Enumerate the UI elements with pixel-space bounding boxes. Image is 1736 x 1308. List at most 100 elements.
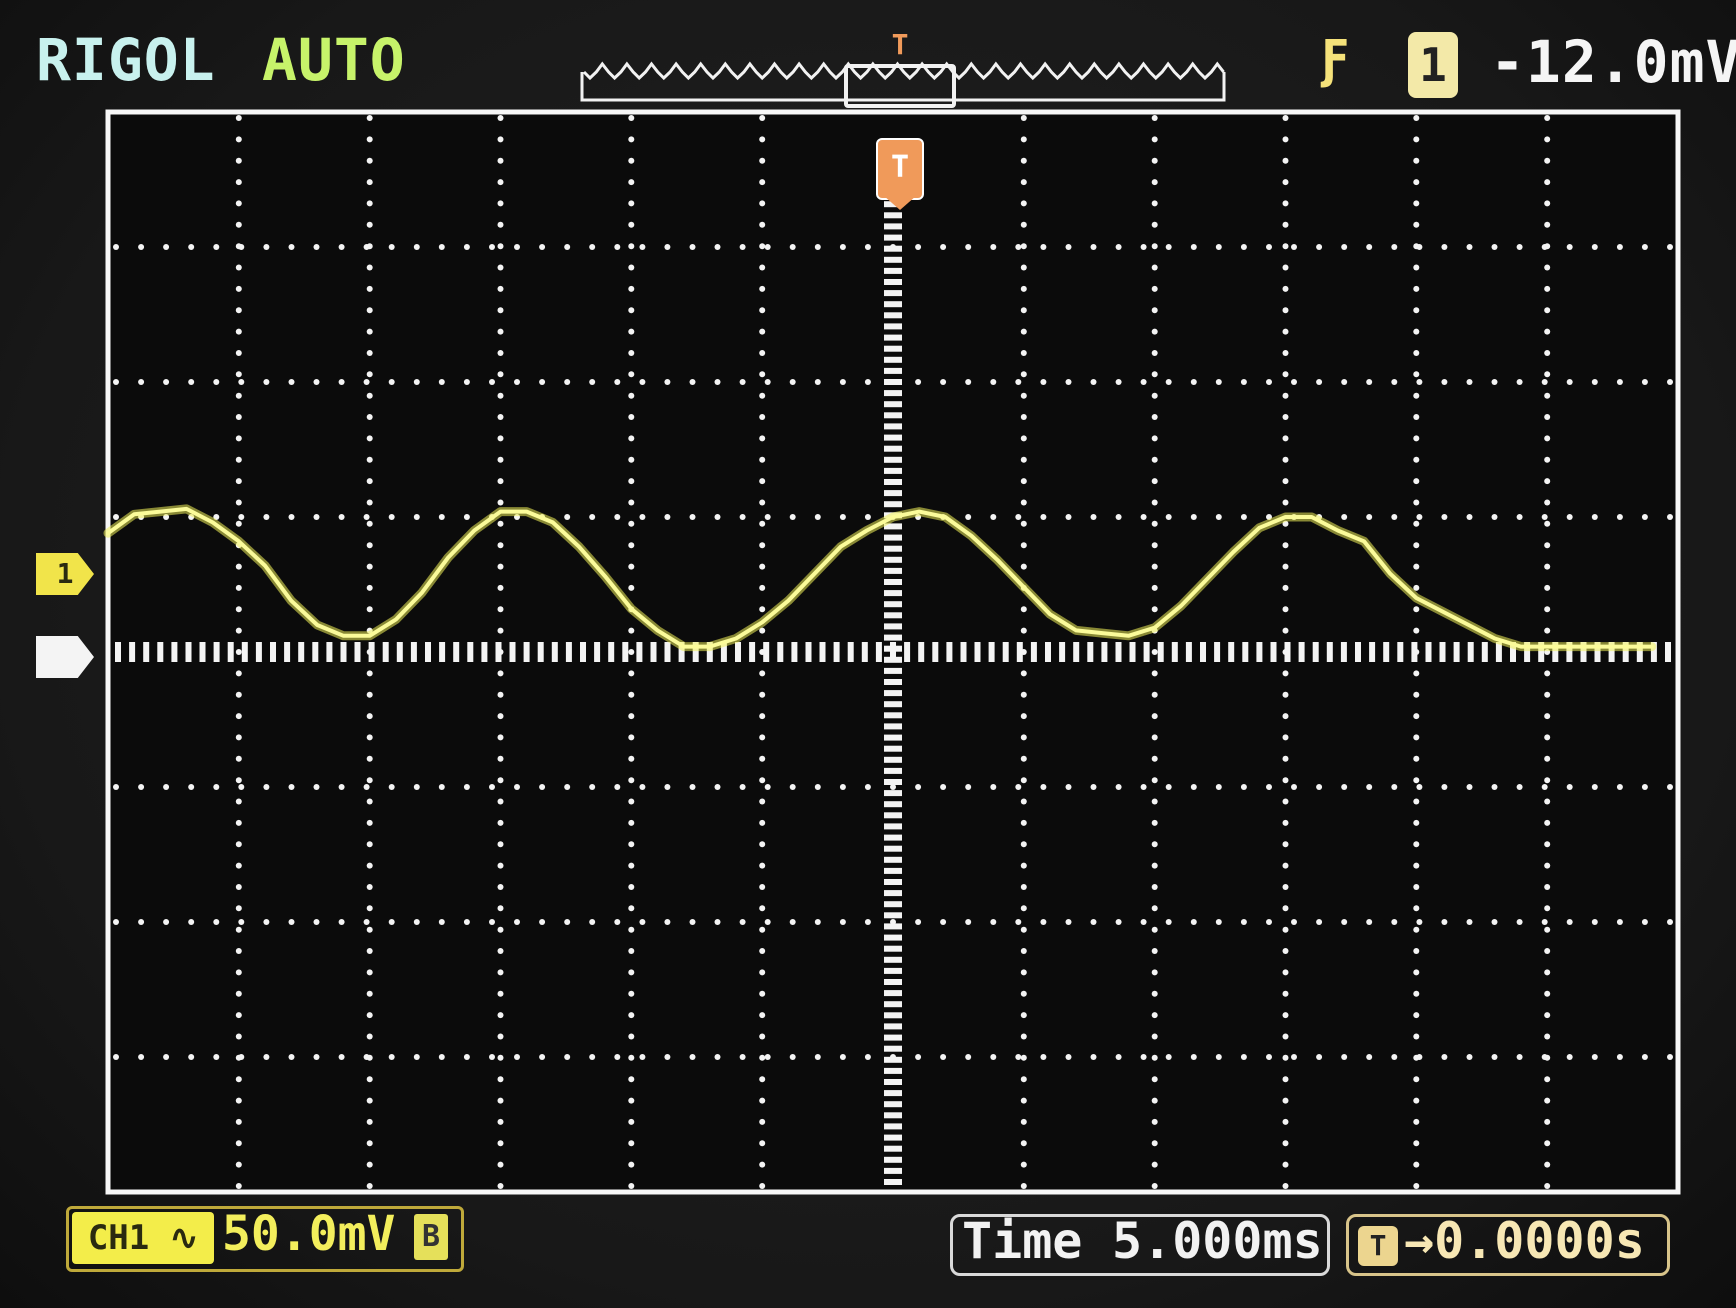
grid-dot — [288, 379, 295, 385]
grid-dot — [235, 1097, 242, 1104]
grid-dot — [915, 919, 922, 925]
grid-dot — [366, 584, 373, 591]
grid-dot — [366, 948, 373, 954]
grid-dot — [1566, 919, 1573, 925]
grid-dot — [1282, 542, 1289, 549]
grid-dot — [1282, 670, 1289, 677]
horizontal-axis-tick — [425, 642, 431, 662]
grid-dot — [1413, 542, 1420, 549]
grid-dot — [1190, 379, 1197, 385]
trigger-position-marker[interactable]: T — [876, 138, 924, 200]
grid-dot — [1240, 514, 1247, 520]
grid-dot — [338, 784, 345, 790]
grid-dot — [639, 784, 646, 790]
grid-dot — [213, 919, 220, 925]
grid-dot — [1341, 1054, 1348, 1060]
grid-dot — [1282, 713, 1289, 720]
grid-dot — [759, 1183, 766, 1189]
vertical-axis-tick — [884, 579, 902, 585]
grid-dot — [1282, 285, 1289, 292]
trigger-offset-value: →0.0000s — [1404, 1212, 1645, 1270]
grid-dot — [1544, 969, 1551, 976]
grid-dot — [1291, 244, 1297, 250]
grid-dot — [1544, 1033, 1551, 1040]
grid-dot — [497, 1183, 504, 1189]
grid-dot — [1291, 784, 1297, 790]
grid-dot — [1020, 200, 1027, 207]
grid-dot — [1466, 1054, 1473, 1060]
grid-dot — [138, 919, 145, 925]
horizontal-axis-tick — [749, 642, 756, 662]
grid-dot — [1544, 456, 1551, 463]
grid-dot — [1366, 244, 1373, 250]
grid-dot — [714, 919, 721, 925]
grid-dot — [1416, 514, 1423, 520]
grid-dot — [1282, 307, 1289, 314]
channel1-badge[interactable]: CH1 ∿ — [72, 1212, 214, 1264]
grid-dot — [990, 379, 997, 385]
grid-dot — [1544, 734, 1551, 741]
grid-dot — [1151, 1033, 1158, 1040]
grid-dot — [514, 1054, 520, 1060]
vertical-axis-tick — [884, 1012, 902, 1019]
vertical-axis-tick — [884, 734, 902, 741]
grid-dot — [497, 499, 504, 506]
grid-dot — [1282, 691, 1289, 698]
grid-dot — [564, 514, 571, 520]
grid-dot — [235, 499, 242, 506]
grid-dot — [1115, 379, 1122, 385]
waveform-display — [84, 104, 1704, 1204]
grid-dot — [1282, 264, 1289, 271]
horizontal-axis-tick — [805, 642, 812, 662]
grid-dot — [1151, 350, 1158, 356]
grid-dot — [965, 784, 972, 790]
grid-dot — [965, 919, 972, 925]
grid-dot — [1282, 905, 1289, 912]
grid-dot — [759, 905, 766, 912]
grid-dot — [689, 1054, 696, 1060]
grid-dot — [497, 414, 504, 420]
horizontal-axis-tick — [1481, 642, 1488, 662]
grid-dot — [366, 1118, 373, 1125]
grid-dot — [1316, 1054, 1323, 1060]
vertical-axis-tick — [884, 534, 902, 541]
grid-dot — [1544, 713, 1551, 720]
grid-dot — [1151, 1140, 1158, 1147]
grid-dot — [839, 1054, 846, 1060]
grid-dot — [1282, 1140, 1289, 1147]
grid-dot — [497, 1076, 504, 1083]
grid-dot — [235, 1183, 242, 1189]
grid-dot — [1466, 514, 1473, 520]
grid-dot — [235, 328, 242, 335]
grid-dot — [1151, 264, 1158, 271]
grid-dot — [1020, 136, 1027, 143]
grid-dot — [497, 670, 504, 677]
horizontal-axis-tick — [1059, 642, 1066, 662]
grid-dot — [714, 514, 721, 520]
grid-dot — [789, 244, 796, 250]
grid-dot — [497, 948, 504, 954]
grid-dot — [628, 862, 635, 869]
grid-dot — [235, 777, 242, 784]
grid-dot — [235, 755, 242, 762]
grid-dot — [438, 784, 445, 790]
grid-dot — [1020, 542, 1027, 549]
vertical-axis-tick — [884, 412, 902, 419]
grid-dot — [628, 435, 635, 442]
vertical-axis-tick — [884, 267, 902, 274]
vertical-axis-tick — [884, 1123, 902, 1130]
grid-dot — [366, 221, 373, 228]
grid-dot — [1115, 919, 1122, 925]
grid-dot — [1282, 478, 1289, 485]
grid-dot — [1151, 1012, 1158, 1019]
grid-dot — [1282, 606, 1289, 613]
grid-dot — [1413, 755, 1420, 762]
grid-dot — [363, 784, 370, 790]
grid-dot — [1413, 819, 1420, 826]
grid-dot — [814, 514, 821, 520]
grid-dot — [235, 200, 242, 207]
grid-dot — [235, 1076, 242, 1083]
grid-dot — [628, 713, 635, 720]
grid-dot — [1020, 1097, 1027, 1104]
grid-dot — [1282, 456, 1289, 463]
